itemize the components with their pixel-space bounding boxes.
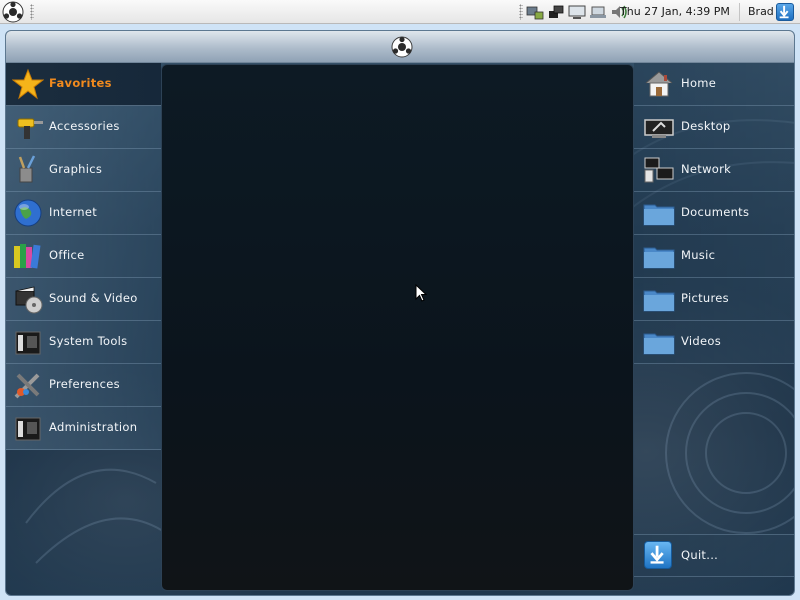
place-label: Videos: [681, 334, 722, 348]
display-icon[interactable]: [568, 3, 586, 21]
place-desktop[interactable]: Desktop: [634, 106, 794, 149]
place-documents[interactable]: Documents: [634, 192, 794, 235]
category-preferences[interactable]: Preferences: [6, 364, 161, 407]
application-launcher: Favorites Accessories Graphics Internet …: [5, 30, 795, 596]
place-label: Documents: [681, 205, 750, 219]
folder-icon: [643, 204, 675, 226]
tray-drag-handle[interactable]: [519, 4, 523, 20]
brushes-icon: [18, 155, 36, 183]
category-label: System Tools: [49, 334, 128, 348]
house-icon: [645, 71, 673, 97]
launcher-header: [6, 31, 794, 63]
category-label: Internet: [49, 205, 98, 219]
clock[interactable]: Thu 27 Jan, 4:39 PM: [620, 5, 730, 18]
quit-label: Quit...: [681, 548, 719, 562]
user-menu-arrow-icon[interactable]: [776, 3, 794, 21]
place-network[interactable]: Network: [634, 149, 794, 192]
place-home[interactable]: Home: [634, 63, 794, 106]
desktop-icon: [644, 119, 674, 138]
multimedia-icon: [15, 286, 43, 314]
place-label: Home: [681, 76, 717, 90]
administration-icon: [15, 417, 41, 441]
globe-icon: [14, 199, 42, 227]
user-name[interactable]: Brad: [748, 5, 774, 18]
panel-separator: [739, 3, 740, 21]
network-icon: [644, 157, 674, 183]
network-manager-icon[interactable]: [547, 3, 565, 21]
place-videos[interactable]: Videos: [634, 321, 794, 364]
place-pictures[interactable]: Pictures: [634, 278, 794, 321]
category-office[interactable]: Office: [6, 235, 161, 278]
category-label: Sound & Video: [49, 291, 138, 305]
tools-icon: [14, 373, 40, 399]
panel-drag-handle[interactable]: [30, 4, 34, 20]
mouse-cursor-icon: [415, 284, 427, 302]
category-graphics[interactable]: Graphics: [6, 149, 161, 192]
place-music[interactable]: Music: [634, 235, 794, 278]
laptop-power-icon[interactable]: [589, 3, 607, 21]
star-icon: [12, 68, 44, 100]
place-label: Network: [681, 162, 732, 176]
places-list: Home Desktop Network Documents Music Pic…: [634, 63, 794, 364]
keyboard-layout-icon[interactable]: [526, 3, 544, 21]
category-list: Favorites Accessories Graphics Internet …: [6, 63, 161, 450]
folder-icon: [643, 290, 675, 312]
drill-icon: [17, 118, 43, 139]
place-label: Music: [681, 248, 716, 262]
category-label: Accessories: [49, 119, 120, 133]
category-label: Office: [49, 248, 85, 262]
category-label: Favorites: [49, 76, 112, 90]
category-accessories[interactable]: Accessories: [6, 106, 161, 149]
folder-icon: [643, 333, 675, 355]
folder-icon: [643, 247, 675, 269]
category-label: Preferences: [49, 377, 120, 391]
main-menu-logo-icon[interactable]: [2, 1, 24, 23]
applications-panel[interactable]: [161, 64, 634, 591]
place-label: Desktop: [681, 119, 731, 133]
category-internet[interactable]: Internet: [6, 192, 161, 235]
category-system-tools[interactable]: System Tools: [6, 321, 161, 364]
quit-button[interactable]: Quit...: [634, 534, 794, 577]
place-label: Pictures: [681, 291, 729, 305]
books-icon: [14, 244, 41, 269]
launcher-logo-icon: [391, 36, 413, 58]
category-label: Administration: [49, 420, 138, 434]
system-tools-icon: [15, 331, 41, 355]
category-favorites[interactable]: Favorites: [6, 63, 161, 106]
system-tray: [526, 2, 628, 22]
category-administration[interactable]: Administration: [6, 407, 161, 450]
top-panel: Thu 27 Jan, 4:39 PM Brad: [0, 0, 800, 24]
category-label: Graphics: [49, 162, 103, 176]
quit-arrow-icon: [644, 541, 672, 569]
category-sound-video[interactable]: Sound & Video: [6, 278, 161, 321]
